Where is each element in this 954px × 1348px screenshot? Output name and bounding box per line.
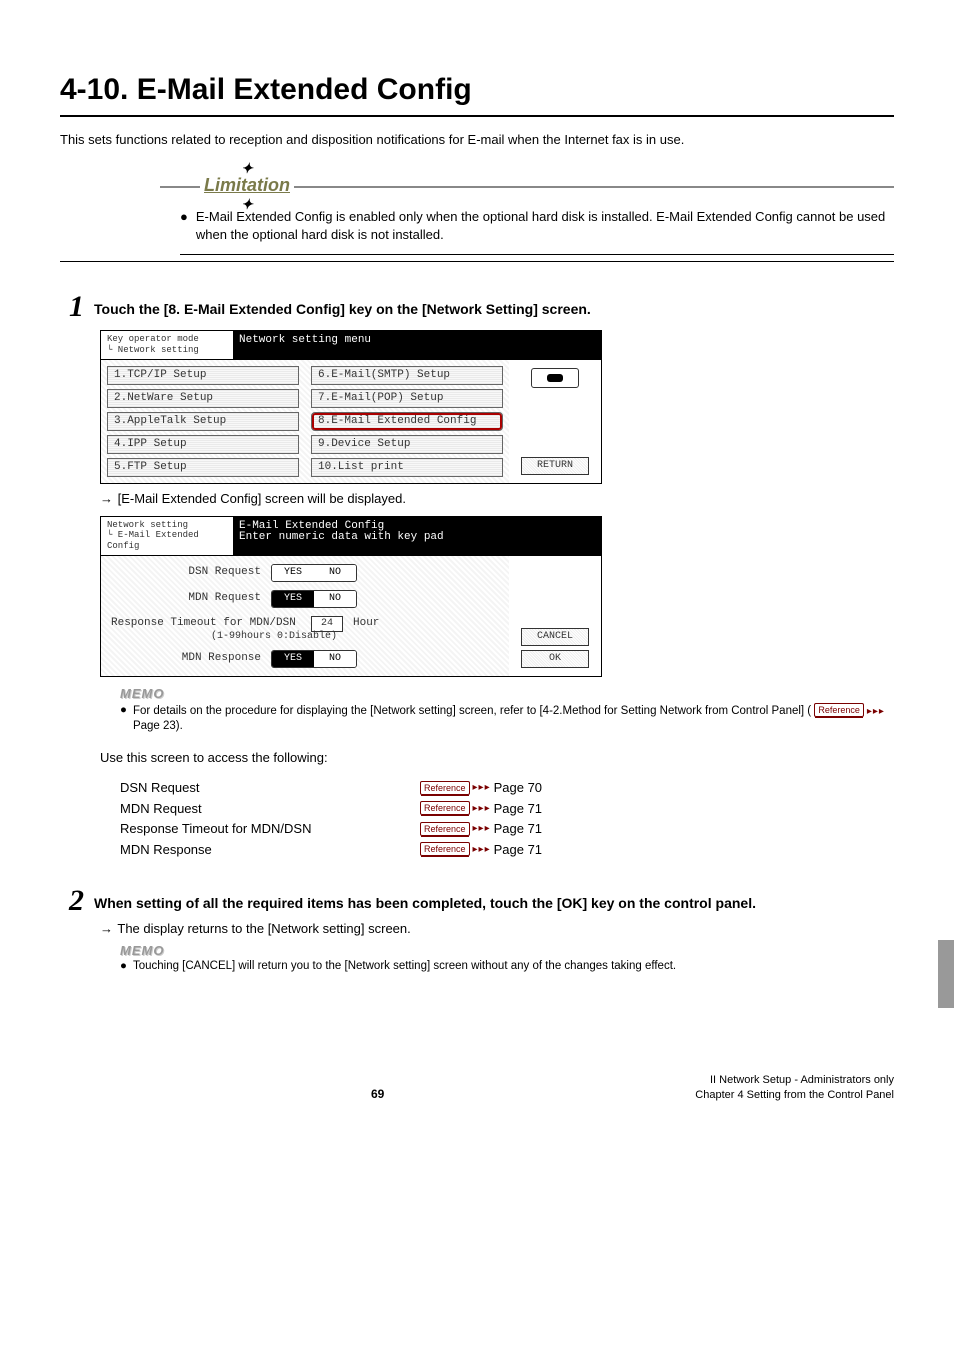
- step2-result-text: The display returns to the [Network sett…: [117, 921, 410, 936]
- dsn-request-label: DSN Request: [111, 567, 261, 578]
- page-number: 69: [371, 1086, 384, 1102]
- section-title: 4-10. E-Mail Extended Config: [60, 70, 894, 117]
- memo-label-2: MEMO: [120, 942, 894, 960]
- memo-text: For details on the procedure for display…: [133, 705, 814, 717]
- step1-result-text: [E-Mail Extended Config] screen will be …: [118, 491, 406, 506]
- toggle-no[interactable]: NO: [314, 591, 356, 607]
- timeout-unit: Hour: [353, 618, 379, 629]
- spark-icon: ✦: [241, 164, 253, 172]
- menu-email-pop[interactable]: 7.E-Mail(POP) Setup: [311, 389, 503, 408]
- bullet-icon: ●: [120, 703, 127, 735]
- reference-badge: Reference: [814, 703, 864, 717]
- return-button[interactable]: RETURN: [521, 457, 589, 475]
- ref-mdn-page: Page 71: [494, 800, 542, 818]
- panel2-title: E-Mail Extended Config Enter numeric dat…: [233, 517, 601, 555]
- memo2-text: Touching [CANCEL] will return you to the…: [133, 959, 676, 975]
- panel2-title-l1: E-Mail Extended Config: [239, 521, 595, 532]
- limitation-label-text: Limitation: [204, 175, 290, 195]
- reference-badge: Reference: [420, 781, 470, 795]
- menu-email-extended[interactable]: 8.E-Mail Extended Config: [311, 412, 503, 431]
- breadcrumb2-line1: Network setting: [107, 520, 227, 531]
- email-extended-panel: Network setting └ E-Mail Extended Config…: [100, 516, 602, 677]
- menu-appletalk[interactable]: 3.AppleTalk Setup: [107, 412, 299, 431]
- limitation-text: E-Mail Extended Config is enabled only w…: [196, 208, 894, 244]
- reference-badge: Reference: [420, 842, 470, 856]
- memo-page-ref: Page 23).: [133, 720, 183, 732]
- timeout-label: Response Timeout for MDN/DSN: [111, 618, 301, 629]
- step2-result: → The display returns to the [Network se…: [100, 920, 894, 938]
- step1-heading: Touch the [8. E-Mail Extended Config] ke…: [94, 292, 591, 319]
- reference-dots-icon: ▸▸▸: [470, 802, 494, 816]
- bullet-icon: ●: [120, 959, 127, 975]
- intro-text: This sets functions related to reception…: [60, 131, 894, 149]
- toggle-yes[interactable]: YES: [272, 565, 314, 581]
- panel-breadcrumb: Key operator mode └ Network setting: [101, 331, 233, 359]
- bullet-icon: ●: [180, 208, 188, 244]
- arrow-right-icon: →: [100, 920, 114, 938]
- toggle-yes[interactable]: YES: [272, 651, 314, 667]
- toggle-no[interactable]: NO: [314, 651, 356, 667]
- dsn-toggle[interactable]: YES NO: [271, 564, 357, 582]
- menu-ipp[interactable]: 4.IPP Setup: [107, 435, 299, 454]
- ok-button[interactable]: OK: [521, 650, 589, 668]
- timeout-value[interactable]: 24: [311, 616, 343, 632]
- breadcrumb-line2: └ Network setting: [107, 345, 227, 356]
- step-number-2: 2: [60, 886, 84, 916]
- ref-dsn: DSN Request: [120, 779, 420, 797]
- page-footer: 69 II Network Setup - Administrators onl…: [60, 1065, 894, 1103]
- breadcrumb2-line2: └ E-Mail Extended Config: [107, 530, 227, 552]
- panel2-breadcrumb: Network setting └ E-Mail Extended Config: [101, 517, 233, 555]
- mdn-request-label: MDN Request: [111, 593, 261, 604]
- ref-timeout-page: Page 71: [494, 820, 542, 838]
- menu-email-smtp[interactable]: 6.E-Mail(SMTP) Setup: [311, 366, 503, 385]
- timeout-hint: (1-99hours 0:Disable): [111, 632, 499, 642]
- network-setting-panel: Key operator mode └ Network setting Netw…: [100, 330, 602, 484]
- menu-netware[interactable]: 2.NetWare Setup: [107, 389, 299, 408]
- footer-section: II Network Setup - Administrators only: [695, 1073, 894, 1088]
- breadcrumb-line1: Key operator mode: [107, 334, 227, 345]
- reference-dots-icon: ▸▸▸: [470, 781, 494, 795]
- mdn-response-toggle[interactable]: YES NO: [271, 650, 357, 668]
- menu-device-setup[interactable]: 9.Device Setup: [311, 435, 503, 454]
- memo-label: MEMO: [120, 685, 894, 703]
- ref-response: MDN Response: [120, 841, 420, 859]
- reference-dots-icon: ▸▸▸: [864, 706, 888, 717]
- step2-heading: When setting of all the required items h…: [94, 886, 756, 913]
- limitation-label: ✦ Limitation ✦: [200, 176, 294, 194]
- side-tab: [938, 940, 954, 1008]
- reference-table: DSN Request Reference▸▸▸ Page 70 MDN Req…: [120, 779, 894, 858]
- reference-badge: Reference: [420, 801, 470, 815]
- memo-body: ● For details on the procedure for displ…: [120, 703, 894, 735]
- menu-ftp[interactable]: 5.FTP Setup: [107, 458, 299, 477]
- limitation-heading: ✦ Limitation ✦: [160, 176, 894, 194]
- cancel-button[interactable]: CANCEL: [521, 628, 589, 646]
- ref-dsn-page: Page 70: [494, 779, 542, 797]
- ref-response-page: Page 71: [494, 841, 542, 859]
- step-number-1: 1: [60, 292, 84, 322]
- toggle-yes[interactable]: YES: [272, 591, 314, 607]
- memo-body-2: ● Touching [CANCEL] will return you to t…: [120, 959, 894, 975]
- menu-list-print[interactable]: 10.List print: [311, 458, 503, 477]
- contrast-indicator: [531, 368, 579, 388]
- ref-timeout: Response Timeout for MDN/DSN: [120, 820, 420, 838]
- toggle-no[interactable]: NO: [314, 565, 356, 581]
- reference-badge: Reference: [420, 822, 470, 836]
- menu-tcpip[interactable]: 1.TCP/IP Setup: [107, 366, 299, 385]
- spark-icon: ✦: [241, 200, 253, 208]
- arrow-right-icon: →: [100, 490, 114, 508]
- ref-mdn: MDN Request: [120, 800, 420, 818]
- panel-title: Network setting menu: [233, 331, 601, 359]
- reference-dots-icon: ▸▸▸: [470, 843, 494, 857]
- mdn-toggle[interactable]: YES NO: [271, 590, 357, 608]
- footer-chapter: Chapter 4 Setting from the Control Panel: [695, 1088, 894, 1103]
- limitation-body: ● E-Mail Extended Config is enabled only…: [180, 208, 894, 255]
- reference-dots-icon: ▸▸▸: [470, 822, 494, 836]
- mdn-response-label: MDN Response: [111, 653, 261, 664]
- panel2-title-l2: Enter numeric data with key pad: [239, 532, 595, 543]
- step1-result: → [E-Mail Extended Config] screen will b…: [100, 490, 894, 508]
- access-intro: Use this screen to access the following:: [100, 749, 894, 767]
